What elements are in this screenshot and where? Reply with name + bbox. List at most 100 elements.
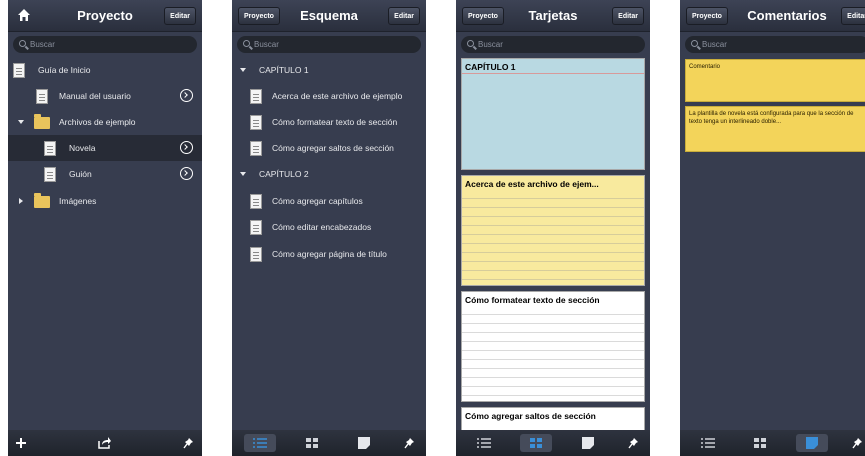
document-icon <box>44 141 56 156</box>
add-icon[interactable] <box>15 437 27 449</box>
navigation-bar: Proyecto Esquema Editar <box>232 0 426 32</box>
disclosure-icon[interactable] <box>180 167 193 180</box>
tab-comments[interactable] <box>348 434 380 452</box>
outline-item[interactable]: Cómo agregar página de título <box>232 241 426 267</box>
tab-outline[interactable] <box>468 434 500 452</box>
pin-icon[interactable] <box>183 437 194 449</box>
toolbar <box>232 430 426 456</box>
comentarios-screen: Proyecto Comentarios Editar Buscar Comen… <box>680 0 865 456</box>
esquema-screen: Proyecto Esquema Editar Buscar CAPÍTULO … <box>232 0 426 456</box>
outline-item-label: Cómo agregar capítulos <box>272 196 363 206</box>
card-title: CAPÍTULO 1 <box>465 62 516 72</box>
card-lines <box>462 190 644 285</box>
grid-icon <box>530 438 542 448</box>
disclosure-icon[interactable] <box>180 141 193 154</box>
document-icon <box>250 115 262 130</box>
tab-cards[interactable] <box>296 434 328 452</box>
edit-button[interactable]: Editar <box>164 7 196 25</box>
search-placeholder: Buscar <box>30 40 55 49</box>
list-item-archivos[interactable]: Archivos de ejemplo <box>8 109 202 135</box>
card-lines <box>462 306 644 401</box>
search-icon <box>691 40 698 47</box>
comment-note[interactable]: Comentario <box>685 59 865 102</box>
disclosure-icon[interactable] <box>180 89 193 102</box>
search-placeholder: Buscar <box>254 40 279 49</box>
list-item-guia[interactable]: Guía de Inicio <box>8 57 202 83</box>
document-icon <box>250 89 262 104</box>
edit-button[interactable]: Editar <box>388 7 420 25</box>
list-icon <box>477 438 491 448</box>
document-icon <box>250 220 262 235</box>
grid-icon <box>306 438 318 448</box>
toolbar <box>680 430 865 456</box>
comment-note[interactable]: La plantilla de novela está configurada … <box>685 106 865 152</box>
list-item-label: Archivos de ejemplo <box>59 117 136 127</box>
chapter-row[interactable]: CAPÍTULO 1 <box>232 57 426 83</box>
card-rule <box>462 73 644 74</box>
outline-item-label: Cómo formatear texto de sección <box>272 117 398 127</box>
search-input[interactable]: Buscar <box>461 36 645 53</box>
document-icon <box>250 247 262 262</box>
search-input[interactable]: Buscar <box>237 36 421 53</box>
index-card[interactable]: Cómo formatear texto de sección <box>461 291 645 402</box>
list-item-guion[interactable]: Guión <box>8 161 202 187</box>
pin-icon[interactable] <box>852 437 863 449</box>
search-icon <box>243 40 250 47</box>
outline-item[interactable]: Cómo agregar capítulos <box>232 188 426 214</box>
outline-item[interactable]: Acerca de este archivo de ejemplo <box>232 83 426 109</box>
tab-comments[interactable] <box>796 434 828 452</box>
card-title: Acerca de este archivo de ejem... <box>465 179 599 189</box>
list-item-manual[interactable]: Manual del usuario <box>8 83 202 109</box>
navigation-bar: Proyecto Editar <box>8 0 202 32</box>
list-item-label: Manual del usuario <box>59 91 131 101</box>
chapter-row[interactable]: CAPÍTULO 2 <box>232 161 426 187</box>
search-input[interactable]: Buscar <box>685 36 865 53</box>
folder-icon <box>34 193 50 208</box>
folder-icon <box>34 114 50 129</box>
grid-icon <box>754 438 766 448</box>
outline-item[interactable]: Cómo formatear texto de sección <box>232 109 426 135</box>
document-icon <box>250 194 262 209</box>
tab-outline[interactable] <box>692 434 724 452</box>
toolbar <box>8 430 202 456</box>
chapter-label: CAPÍTULO 2 <box>259 169 309 179</box>
document-icon <box>250 141 262 156</box>
expand-arrow-icon[interactable] <box>19 198 23 204</box>
outline-item[interactable]: Cómo editar encabezados <box>232 214 426 240</box>
tab-comments[interactable] <box>572 434 604 452</box>
card-title: Cómo formatear texto de sección <box>465 295 600 305</box>
pin-icon[interactable] <box>628 437 639 449</box>
search-icon <box>467 40 474 47</box>
proyecto-screen: Proyecto Editar Buscar Guía de Inicio Ma… <box>8 0 202 456</box>
edit-button[interactable]: Editar <box>612 7 644 25</box>
expand-arrow-icon[interactable] <box>240 172 246 176</box>
list-item-label: Imágenes <box>59 196 97 206</box>
list-item-label: Guía de Inicio <box>38 65 91 75</box>
comment-text: Comentario <box>689 64 721 70</box>
list-item-label: Guión <box>69 169 92 179</box>
card-title: Cómo agregar saltos de sección <box>465 411 596 421</box>
chapter-label: CAPÍTULO 1 <box>259 65 309 75</box>
list-item-label: Novela <box>69 143 96 153</box>
tab-cards[interactable] <box>744 434 776 452</box>
search-icon <box>19 40 26 47</box>
expand-arrow-icon[interactable] <box>18 120 24 124</box>
note-icon <box>806 437 818 449</box>
tab-outline[interactable] <box>244 434 276 452</box>
comment-text: La plantilla de novela está configurada … <box>689 111 854 125</box>
outline-item-label: Acerca de este archivo de ejemplo <box>272 91 403 101</box>
edit-button[interactable]: Editar <box>841 7 865 25</box>
outline-item[interactable]: Cómo agregar saltos de sección <box>232 135 426 161</box>
index-card[interactable]: CAPÍTULO 1 <box>461 58 645 170</box>
toolbar <box>456 430 650 456</box>
search-input[interactable]: Buscar <box>13 36 197 53</box>
index-card[interactable]: Acerca de este archivo de ejem... <box>461 175 645 286</box>
document-icon <box>13 63 25 78</box>
tab-cards[interactable] <box>520 434 552 452</box>
outline-item-label: Cómo agregar saltos de sección <box>272 143 394 153</box>
list-item-novela[interactable]: Novela <box>8 135 202 161</box>
expand-arrow-icon[interactable] <box>240 68 246 72</box>
pin-icon[interactable] <box>404 437 415 449</box>
share-icon[interactable] <box>98 436 112 449</box>
list-item-imagenes[interactable]: Imágenes <box>8 188 202 214</box>
